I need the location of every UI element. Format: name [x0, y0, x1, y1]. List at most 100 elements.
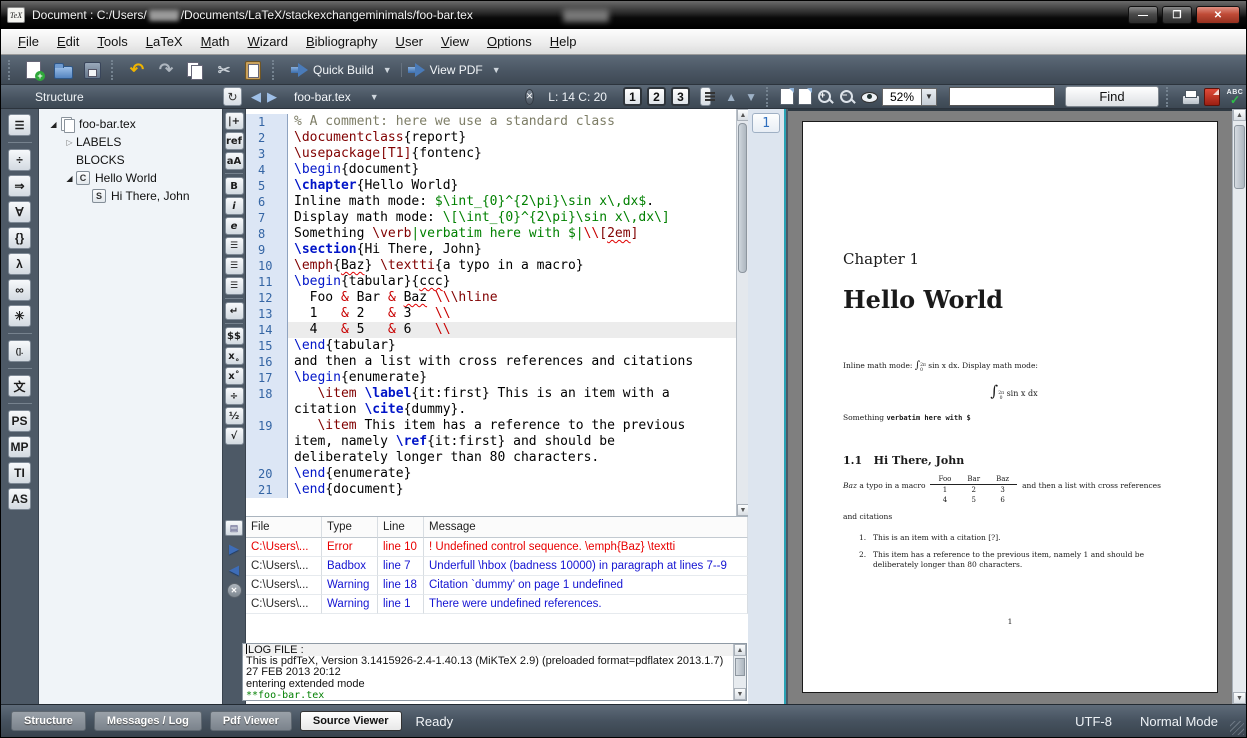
insert-text-icon[interactable]: |+: [225, 112, 244, 130]
menu-item-view[interactable]: View: [432, 31, 478, 52]
code-text[interactable]: Display math mode: \[\int_{0}^{2\pi}\sin…: [288, 210, 736, 226]
find-input[interactable]: [949, 87, 1055, 106]
copy-icon[interactable]: [182, 58, 208, 82]
code-text[interactable]: \chapter{Hello World}: [288, 178, 736, 194]
structure-tree-item[interactable]: SHi There, John: [39, 187, 222, 205]
divide-icon[interactable]: ÷: [225, 387, 244, 405]
next-page-icon[interactable]: [798, 88, 812, 105]
scrollbar-down-arrow[interactable]: ▼: [1233, 692, 1246, 704]
align-left-icon[interactable]: ☰: [225, 237, 244, 255]
editor-line[interactable]: 8Something \verb|verbatim here with $|\\…: [246, 226, 736, 242]
editor-line[interactable]: deliberately longer than 80 characters.: [246, 450, 736, 466]
status-button-source-viewer[interactable]: Source Viewer: [300, 711, 402, 731]
code-text[interactable]: \end{document}: [288, 482, 736, 498]
structure-tree-item[interactable]: ◢foo-bar.tex: [39, 115, 222, 133]
greek-letters-tab[interactable]: λ: [8, 253, 31, 275]
align-center-icon[interactable]: ☰: [225, 257, 244, 275]
scroll-down-icon[interactable]: ▼: [743, 90, 759, 104]
bold-icon[interactable]: B: [225, 177, 244, 195]
code-text[interactable]: \end{enumerate}: [288, 466, 736, 482]
menu-item-tools[interactable]: Tools: [88, 31, 136, 52]
structure-tree-item[interactable]: ◢CHello World: [39, 169, 222, 187]
close-button[interactable]: ✕: [1196, 6, 1240, 24]
subscript-icon[interactable]: x˳: [225, 347, 244, 365]
zoom-in-icon[interactable]: +: [816, 88, 834, 106]
code-text[interactable]: \section{Hi There, John}: [288, 242, 736, 258]
code-text[interactable]: \item This item has a reference to the p…: [288, 418, 736, 434]
code-text[interactable]: \begin{document}: [288, 162, 736, 178]
quick-build-label[interactable]: Quick Build: [313, 63, 374, 77]
toolbar-grip[interactable]: [272, 60, 279, 80]
save-file-icon[interactable]: [79, 58, 105, 82]
code-text[interactable]: and then a list with cross references an…: [288, 354, 736, 370]
quick-build-control[interactable]: Quick Build ▼: [285, 63, 398, 77]
new-document-icon[interactable]: [21, 58, 47, 82]
square-root-icon[interactable]: √: [225, 427, 244, 445]
open-file-selector[interactable]: foo-bar.tex▼: [288, 88, 385, 106]
tree-expander-icon[interactable]: ◢: [63, 174, 76, 183]
pdf-scrollbar[interactable]: ▲ ▼: [1232, 109, 1246, 704]
menu-item-edit[interactable]: Edit: [48, 31, 88, 52]
chevron-down-icon[interactable]: ▼: [492, 65, 501, 75]
relation-symbols-tab[interactable]: ÷: [8, 149, 31, 171]
references-icon[interactable]: ref: [225, 132, 244, 150]
structure-tree-item[interactable]: BLOCKS: [39, 151, 222, 169]
editor-line[interactable]: 2\documentclass{report}: [246, 130, 736, 146]
special-symbols-tab[interactable]: ✳: [8, 305, 31, 327]
editor-line[interactable]: 7Display math mode: \[\int_{0}^{2\pi}\si…: [246, 210, 736, 226]
block-list-icon[interactable]: [700, 87, 711, 106]
font-case-icon[interactable]: aA: [225, 152, 244, 170]
scrollbar-thumb[interactable]: [735, 658, 745, 676]
code-text[interactable]: \begin{tabular}{ccc}: [288, 274, 736, 290]
zoom-out-icon[interactable]: −: [838, 88, 856, 106]
scrollbar-thumb[interactable]: [738, 123, 747, 273]
editor-line[interactable]: 6Inline math mode: $\int_{0}^{2\pi}\sin …: [246, 194, 736, 210]
cut-icon[interactable]: ✂: [211, 58, 237, 82]
menu-item-latex[interactable]: LaTeX: [137, 31, 192, 52]
editor-line[interactable]: 21\end{document}: [246, 482, 736, 498]
scroll-up-icon[interactable]: ▲: [723, 90, 739, 104]
menu-item-user[interactable]: User: [387, 31, 432, 52]
scrollbar-up-arrow[interactable]: ▲: [1233, 109, 1246, 121]
code-text[interactable]: deliberately longer than 80 characters.: [288, 450, 736, 466]
metapost-tab[interactable]: MP: [8, 436, 31, 458]
misc-symbols-tab[interactable]: ∀: [8, 201, 31, 223]
stop-process-icon[interactable]: ✕: [227, 583, 242, 598]
toolbar-grip[interactable]: [8, 60, 15, 80]
status-button-structure[interactable]: Structure: [11, 711, 86, 731]
editor-line[interactable]: 17\begin{enumerate}: [246, 370, 736, 386]
code-text[interactable]: \emph{Baz} \textti{a typo in a macro}: [288, 258, 736, 274]
column-header-line[interactable]: Line: [378, 517, 424, 538]
inline-math-icon[interactable]: $$: [225, 327, 244, 345]
toolbar-grip[interactable]: [1166, 87, 1173, 107]
tikz-tab[interactable]: TI: [8, 462, 31, 484]
run-arrow-icon[interactable]: [408, 63, 425, 77]
editor-scrollbar[interactable]: ▲ ▼: [736, 109, 748, 516]
editor-line[interactable]: 15\end{tabular}: [246, 338, 736, 354]
undo-icon[interactable]: ↶: [124, 58, 150, 82]
menu-item-math[interactable]: Math: [192, 31, 239, 52]
pstricks-tab[interactable]: PS: [8, 410, 31, 432]
log-scrollbar[interactable]: ▲ ▼: [733, 644, 746, 700]
align-right-icon[interactable]: ☰: [225, 277, 244, 295]
code-text[interactable]: item, namely \ref{it:first} and should b…: [288, 434, 736, 450]
editor-line[interactable]: 14 4 & 5 & 6 \\: [246, 322, 736, 338]
status-button-messages-log[interactable]: Messages / Log: [94, 711, 202, 731]
restore-button[interactable]: ❐: [1162, 6, 1192, 24]
column-header-type[interactable]: Type: [322, 517, 378, 538]
next-error-icon[interactable]: ▶: [229, 541, 239, 557]
pdf-page-list-item[interactable]: 1: [752, 113, 780, 133]
spellcheck-icon[interactable]: ABC✓: [1224, 89, 1246, 105]
menu-item-wizard[interactable]: Wizard: [239, 31, 297, 52]
scrollbar-up-arrow[interactable]: ▲: [734, 644, 746, 656]
editor-view-button-3[interactable]: 3: [671, 87, 690, 106]
pdf-viewer[interactable]: Chapter 1 Hello World Inline math mode: …: [788, 109, 1234, 704]
superscript-icon[interactable]: x˚: [225, 367, 244, 385]
column-header-file[interactable]: File: [246, 517, 322, 538]
tree-expander-icon[interactable]: ◢: [47, 120, 60, 129]
log-view[interactable]: ▲ ▼ LOG FILE :This is pdfTeX, Version 3.…: [242, 643, 747, 701]
view-pdf-label[interactable]: View PDF: [430, 63, 483, 77]
code-text[interactable]: \end{tabular}: [288, 338, 736, 354]
status-button-pdf-viewer[interactable]: Pdf Viewer: [210, 711, 292, 731]
fit-view-icon[interactable]: [860, 90, 878, 104]
